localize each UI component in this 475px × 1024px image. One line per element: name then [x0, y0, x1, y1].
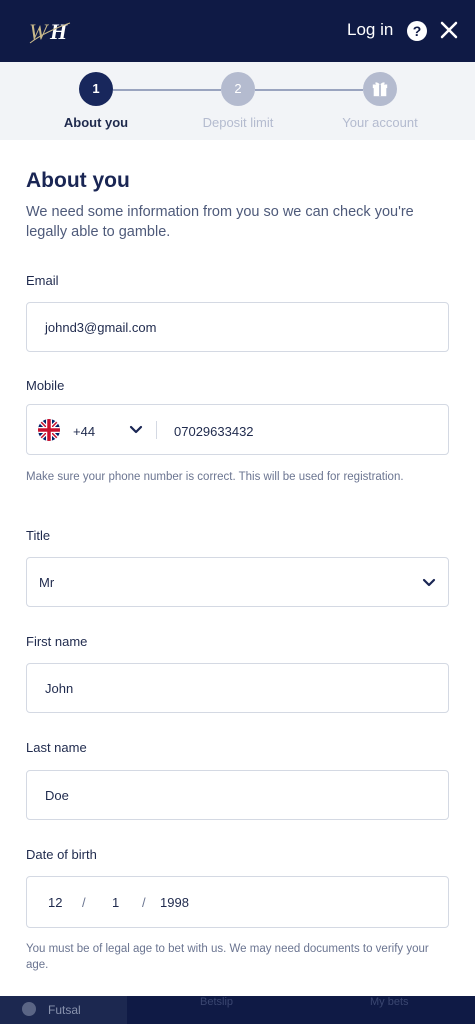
- last-name-field[interactable]: Doe: [26, 770, 449, 820]
- first-name-field[interactable]: John: [26, 663, 449, 713]
- svg-text:H: H: [49, 19, 68, 44]
- page-title: About you: [26, 169, 130, 192]
- step-connector: [113, 89, 221, 91]
- login-link[interactable]: Log in: [347, 20, 393, 40]
- dob-month-input[interactable]: 1: [112, 895, 119, 910]
- top-header: W H Log in ?: [0, 0, 475, 62]
- dob-year-input[interactable]: 1998: [160, 895, 189, 910]
- close-icon[interactable]: [439, 20, 459, 40]
- email-field[interactable]: johnd3@gmail.com: [26, 302, 449, 352]
- step-3-label: Your account: [342, 115, 418, 130]
- brand-logo[interactable]: W H: [28, 17, 72, 45]
- chevron-down-icon[interactable]: [129, 423, 143, 437]
- email-label: Email: [26, 273, 59, 288]
- soccer-ball-icon: [22, 1002, 36, 1016]
- last-name-label: Last name: [26, 740, 87, 755]
- bottom-tab-label: Futsal: [48, 1003, 81, 1017]
- title-label: Title: [26, 528, 51, 543]
- mobile-label: Mobile: [26, 378, 65, 393]
- step-connector: [255, 89, 363, 91]
- svg-text:W: W: [29, 19, 49, 44]
- betslip-tab[interactable]: Betslip: [200, 996, 233, 1008]
- step-2-indicator: 2: [221, 72, 255, 106]
- uk-flag-icon[interactable]: [38, 419, 60, 441]
- help-icon[interactable]: ?: [407, 21, 427, 41]
- registration-stepper: 1 2 About you Deposit limit Your account: [0, 62, 475, 140]
- step-1-label: About you: [63, 115, 129, 130]
- bottom-tab-futsal[interactable]: Futsal: [0, 996, 127, 1024]
- dob-hint: You must be of legal age to bet with us.…: [26, 943, 429, 971]
- my-bets-tab[interactable]: My bets: [370, 996, 409, 1008]
- dob-separator: /: [142, 895, 146, 910]
- mobile-number-input[interactable]: 07029633432: [174, 424, 254, 439]
- country-code[interactable]: +44: [73, 424, 95, 439]
- dob-day-input[interactable]: 12: [48, 895, 62, 910]
- first-name-label: First name: [26, 634, 88, 649]
- intro-text: We need some information from you so we …: [26, 204, 414, 240]
- title-value: Mr: [39, 575, 55, 590]
- step-3-indicator: [363, 72, 397, 106]
- divider: [156, 421, 157, 439]
- step-2-label: Deposit limit: [202, 115, 274, 130]
- chevron-down-icon: [422, 578, 436, 587]
- dob-separator: /: [82, 895, 86, 910]
- step-1-indicator: 1: [79, 72, 113, 106]
- gift-icon: [372, 82, 388, 97]
- mobile-field: +44 07029633432: [26, 404, 449, 455]
- mobile-hint: Make sure your phone number is correct. …: [26, 471, 404, 483]
- email-value: johnd3@gmail.com: [45, 320, 157, 335]
- dob-label: Date of birth: [26, 847, 97, 862]
- bottom-nav: Futsal Betslip My bets: [0, 996, 475, 1024]
- title-select[interactable]: Mr: [26, 557, 449, 607]
- dob-field: 12 / 1 / 1998: [26, 876, 449, 928]
- last-name-value: Doe: [45, 788, 69, 803]
- first-name-value: John: [45, 681, 74, 696]
